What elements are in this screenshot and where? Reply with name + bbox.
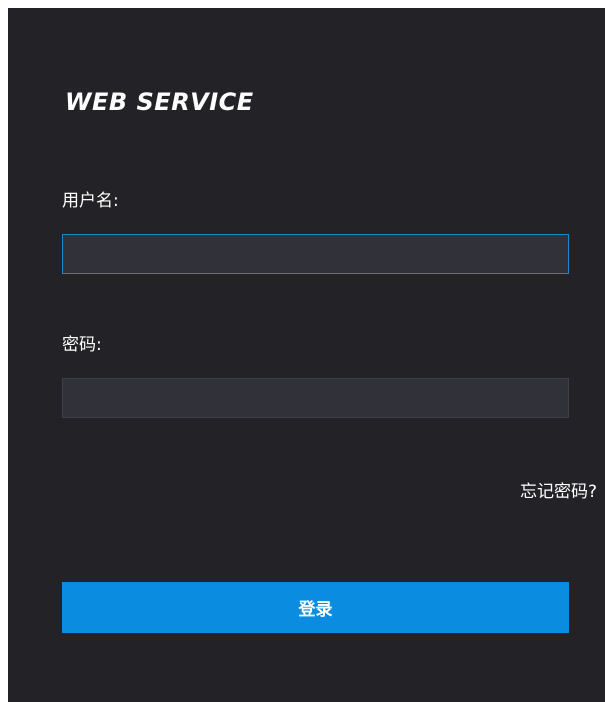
app-title: WEB SERVICE: [65, 88, 254, 116]
login-panel: WEB SERVICE 用户名: 密码: 忘记密码? 登录: [8, 8, 605, 702]
login-button[interactable]: 登录: [62, 582, 569, 633]
username-label: 用户名:: [62, 191, 119, 211]
username-field[interactable]: [62, 234, 569, 274]
password-field[interactable]: [62, 378, 569, 418]
forgot-password-link[interactable]: 忘记密码?: [520, 477, 597, 502]
password-label: 密码:: [62, 335, 102, 355]
